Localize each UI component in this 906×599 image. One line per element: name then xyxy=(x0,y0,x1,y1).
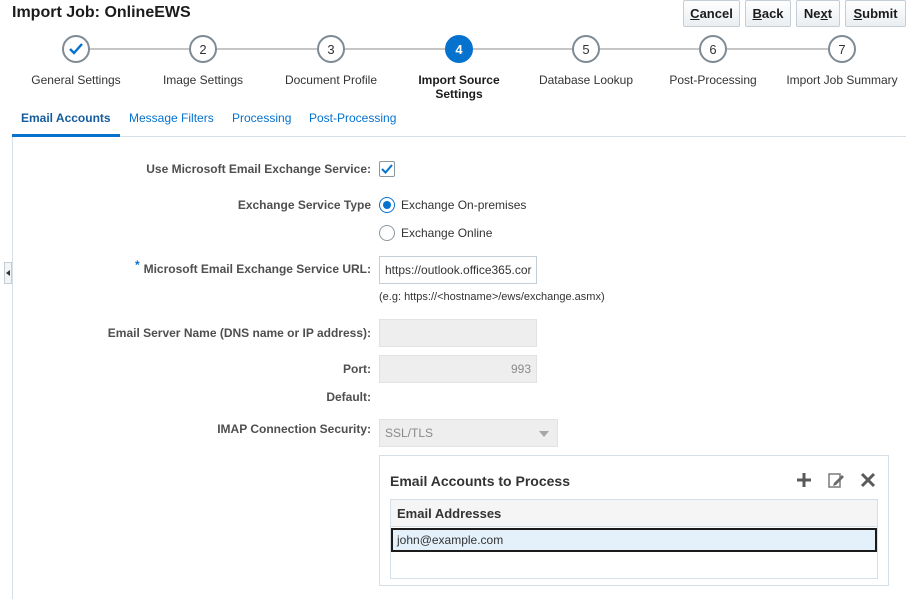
page-title: Import Job: OnlineEWS xyxy=(12,4,191,21)
url-label: Microsoft Email Exchange Service URL: xyxy=(143,262,371,276)
default-label: Default: xyxy=(326,390,371,404)
cancel-label: ancel xyxy=(699,6,733,21)
back-mnemonic: B xyxy=(752,6,762,21)
submit-button[interactable]: Submit xyxy=(845,0,906,27)
next-mnemonic: x xyxy=(820,6,828,21)
email-accounts-title: Email Accounts to Process xyxy=(390,473,570,489)
train-stop-7[interactable]: 7 xyxy=(828,35,856,63)
panel-collapse-handle[interactable] xyxy=(4,262,12,284)
train-label-5[interactable]: Database Lookup xyxy=(521,73,651,87)
cancel-mnemonic: C xyxy=(690,6,700,21)
imap-security-label: IMAP Connection Security: xyxy=(217,422,371,436)
radio-online[interactable] xyxy=(379,225,395,241)
service-type-label: Exchange Service Type xyxy=(237,198,371,212)
chevron-down-icon xyxy=(539,431,549,437)
port-label: Port: xyxy=(343,362,371,376)
column-header-email-addresses[interactable]: Email Addresses xyxy=(391,500,877,527)
train-label-3[interactable]: Document Profile xyxy=(266,73,396,87)
train-stop-6[interactable]: 6 xyxy=(699,35,727,63)
server-name-label: Email Server Name (DNS name or IP addres… xyxy=(107,326,371,340)
train-label-2[interactable]: Image Settings xyxy=(138,73,268,87)
edit-icon[interactable] xyxy=(826,470,846,490)
back-label: ack xyxy=(761,6,784,21)
tab-bar: Email Accounts Message Filters Processin… xyxy=(12,103,906,137)
train-label-6[interactable]: Post-Processing xyxy=(648,73,778,87)
url-hint: (e.g: https://<hostname>/ews/exchange.as… xyxy=(379,291,605,303)
back-button[interactable]: Back xyxy=(745,0,791,27)
checkmark-icon xyxy=(381,164,393,174)
train-label-7[interactable]: Import Job Summary xyxy=(777,73,906,87)
train-label-4: Import Source Settings xyxy=(418,73,500,101)
next-button[interactable]: Ne x t xyxy=(796,0,840,27)
required-marker: * xyxy=(135,258,140,272)
table-row[interactable]: john@example.com xyxy=(391,528,877,552)
port-input[interactable]: 993 xyxy=(379,355,537,383)
tab-email-accounts[interactable]: Email Accounts xyxy=(21,111,111,125)
imap-security-select[interactable]: SSL/TLS xyxy=(379,419,558,447)
radio-selected-dot xyxy=(383,201,391,209)
tab-processing[interactable]: Processing xyxy=(232,111,291,125)
train-stop-2[interactable]: 2 xyxy=(189,35,217,63)
submit-label: ubmit xyxy=(862,6,898,21)
cancel-button[interactable]: Cancel xyxy=(683,0,740,27)
url-input[interactable]: https://outlook.office365.cor xyxy=(379,256,537,284)
collapse-left-icon xyxy=(6,270,10,276)
server-name-input[interactable] xyxy=(379,319,537,347)
radio-on-premises-label[interactable]: Exchange On-premises xyxy=(401,198,526,212)
email-accounts-toolbar xyxy=(794,470,878,490)
tab-message-filters[interactable]: Message Filters xyxy=(129,111,214,125)
train-stop-1[interactable] xyxy=(62,35,90,63)
imap-security-value: SSL/TLS xyxy=(385,426,434,440)
tab-post-processing[interactable]: Post-Processing xyxy=(309,111,396,125)
train-stop-3[interactable]: 3 xyxy=(317,35,345,63)
train-label-1[interactable]: General Settings xyxy=(11,73,141,87)
email-accounts-table: Email Addresses john@example.com xyxy=(390,499,878,579)
train-stop-5[interactable]: 5 xyxy=(572,35,600,63)
delete-icon[interactable] xyxy=(858,470,878,490)
next-label-post: t xyxy=(827,6,833,21)
use-exchange-checkbox[interactable] xyxy=(379,161,395,177)
radio-online-label[interactable]: Exchange Online xyxy=(401,226,492,240)
use-exchange-label: Use Microsoft Email Exchange Service: xyxy=(146,162,371,176)
train-stop-4[interactable]: 4 xyxy=(445,35,473,63)
submit-mnemonic: S xyxy=(853,6,863,21)
check-icon xyxy=(69,43,83,55)
email-accounts-panel: Email Accounts to Process Email Addresse… xyxy=(379,455,889,586)
radio-on-premises[interactable] xyxy=(379,197,395,213)
next-label-pre: Ne xyxy=(803,6,821,21)
add-icon[interactable] xyxy=(794,470,814,490)
